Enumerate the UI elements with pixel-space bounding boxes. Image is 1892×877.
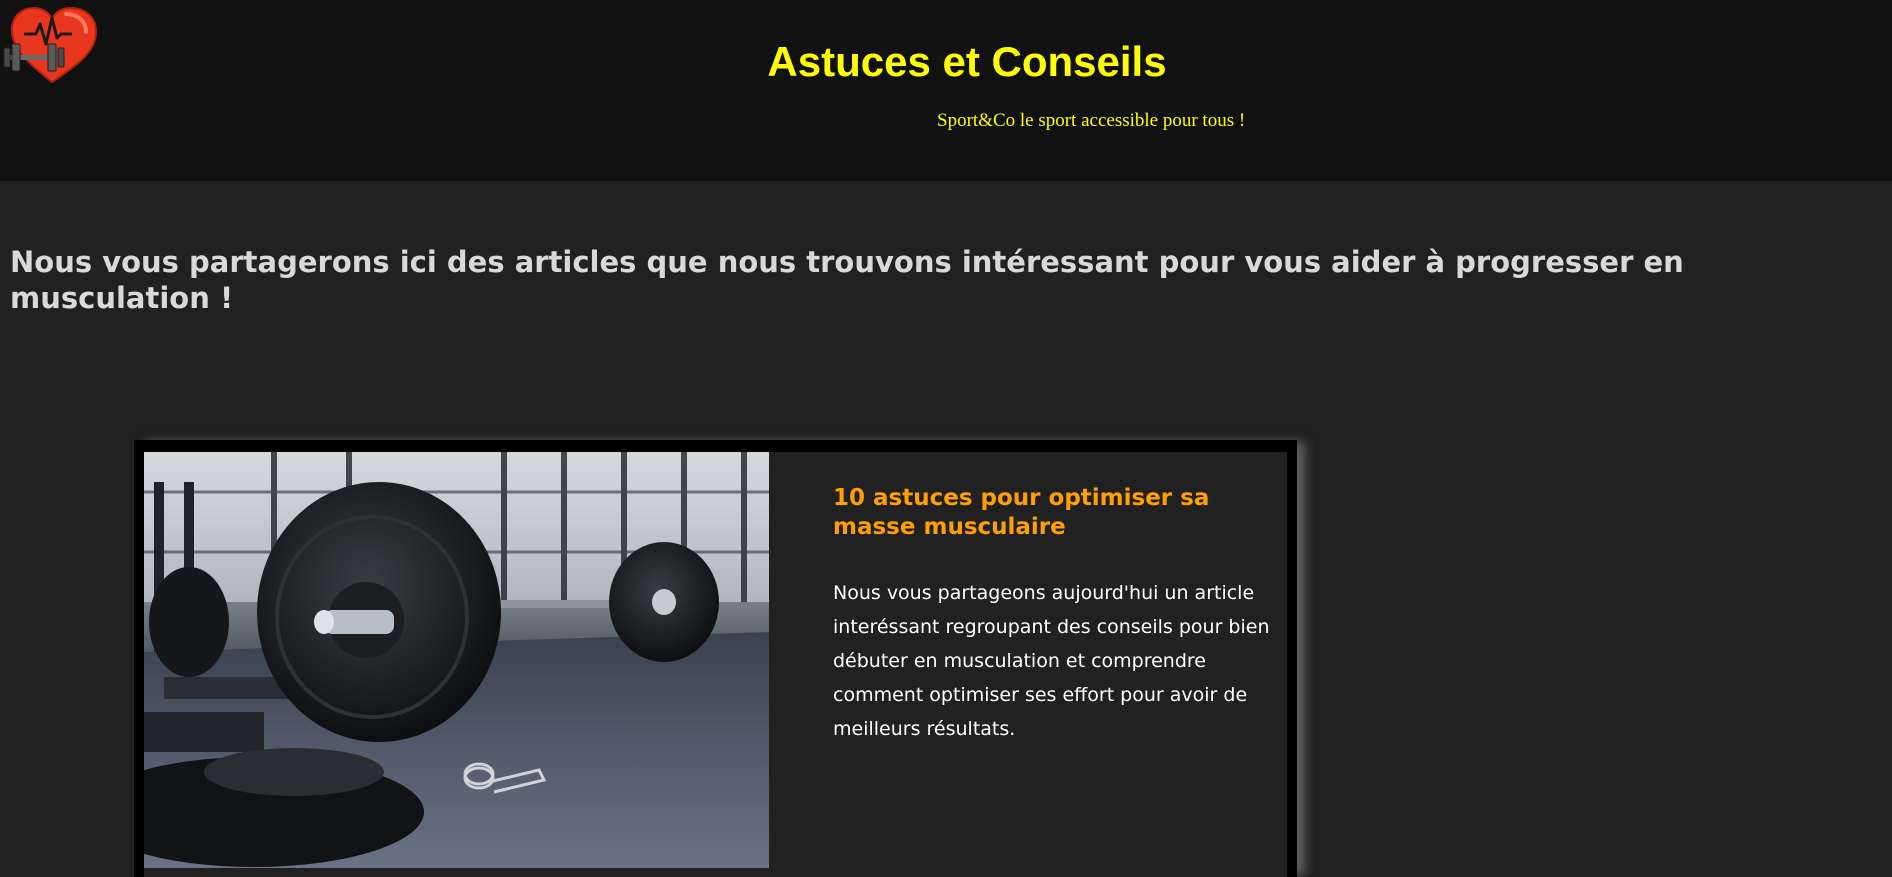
barbell-plates-photo[interactable] (144, 452, 769, 868)
article-title-link[interactable]: 10 astuces pour optimiser sa masse muscu… (833, 484, 1253, 542)
article-card[interactable]: 10 astuces pour optimiser sa masse muscu… (134, 440, 1297, 877)
article-summary: Nous vous partageons aujourd'hui un arti… (833, 582, 1270, 740)
page-title: Astuces et Conseils (767, 38, 1167, 85)
site-header: Astuces et Conseils Sport&Co le sport ac… (0, 0, 1892, 181)
tagline: Sport&Co le sport accessible pour tous ! (937, 110, 1246, 131)
article-card-body: 10 astuces pour optimiser sa masse muscu… (144, 452, 1287, 877)
intro-heading: Nous vous partagerons ici des articles q… (10, 245, 1684, 315)
